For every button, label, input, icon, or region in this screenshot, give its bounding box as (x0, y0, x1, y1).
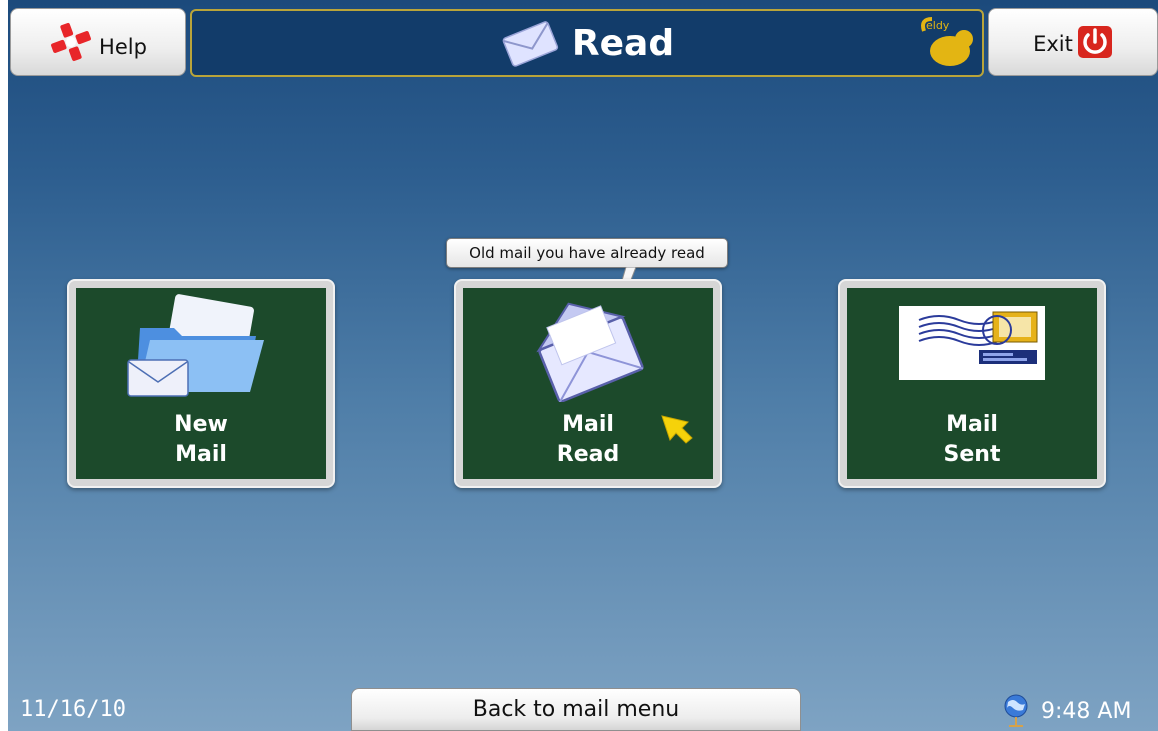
card-label-line2: Mail (175, 442, 227, 467)
envelope-icon (502, 21, 558, 67)
time-display: 9:48 AM (1041, 698, 1132, 724)
card-label-line1: New (174, 412, 228, 437)
clock: 9:48 AM (1003, 694, 1131, 728)
help-button[interactable]: Help (10, 8, 186, 76)
new-mail-button[interactable]: New Mail (67, 279, 335, 488)
exit-button[interactable]: Exit (988, 8, 1158, 76)
card-label: New Mail (76, 410, 326, 470)
network-globe-icon (1004, 694, 1028, 727)
eldy-logo: eldy (921, 17, 973, 66)
power-icon (1077, 26, 1112, 58)
card-label-line2: Read (556, 442, 620, 467)
card-label-line1: Mail (946, 412, 998, 437)
back-button-label: Back to mail menu (472, 697, 680, 722)
card-face: Mail Sent (847, 288, 1097, 479)
card-face: New Mail (76, 288, 326, 479)
left-edge-strip (0, 0, 8, 731)
exit-label: Exit (1033, 32, 1073, 56)
mail-read-button[interactable]: Mail Read (454, 279, 722, 488)
card-face: Mail Read (463, 288, 713, 479)
folder-mail-icon (127, 294, 264, 397)
logo-text: eldy (926, 19, 950, 32)
card-label: Mail Sent (847, 410, 1097, 470)
help-label: Help (99, 35, 147, 59)
title-bar: Read eldy (190, 9, 984, 77)
postmarked-envelope-icon (899, 306, 1045, 380)
yellow-pointer-arrow-icon (661, 415, 693, 444)
back-to-mail-menu-button[interactable]: Back to mail menu (351, 688, 801, 731)
mail-sent-button[interactable]: Mail Sent (838, 279, 1106, 488)
open-envelope-icon (536, 302, 644, 402)
tooltip: Old mail you have already read (446, 238, 728, 268)
card-label-line2: Sent (943, 442, 1001, 467)
page-title: Read (571, 22, 675, 64)
lifebuoy-help-icon (51, 22, 91, 62)
date-display: 11/16/10 (20, 697, 126, 722)
